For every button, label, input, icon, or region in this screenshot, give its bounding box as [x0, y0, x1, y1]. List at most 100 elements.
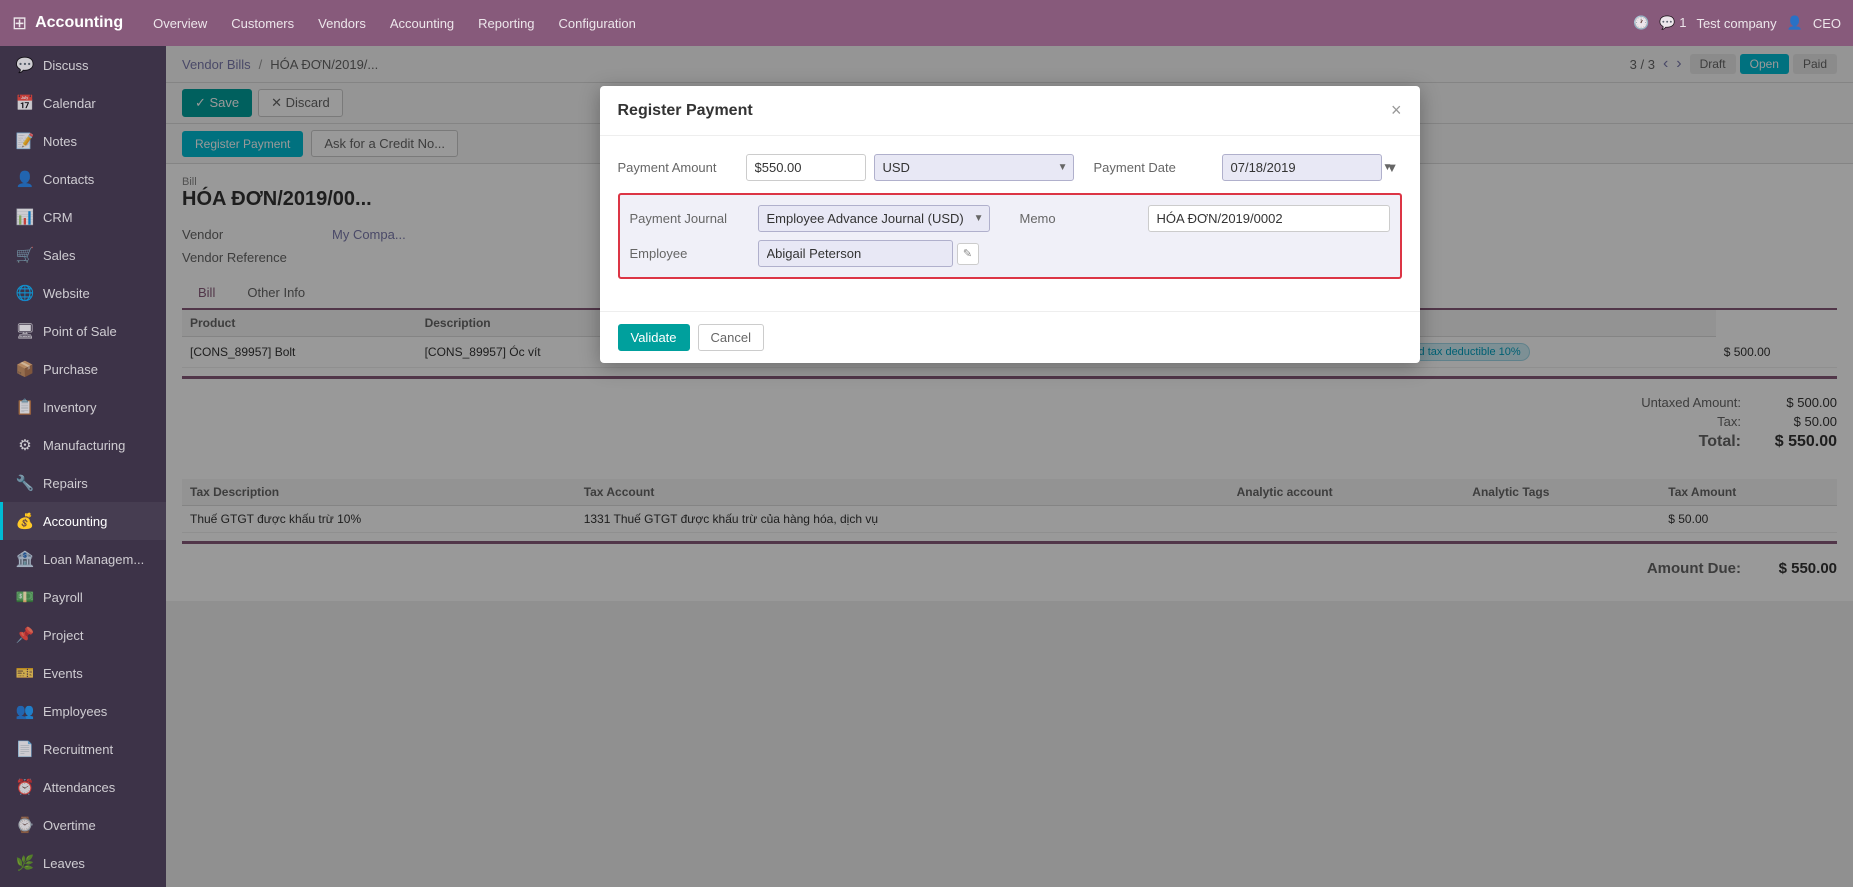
sidebar-label-events: Events [43, 666, 83, 681]
sidebar-label-leaves: Leaves [43, 856, 85, 871]
sidebar-item-events[interactable]: 🎫 Events [0, 654, 166, 692]
sidebar-item-project[interactable]: 📌 Project [0, 616, 166, 654]
sidebar-item-attendances[interactable]: ⏰ Attendances [0, 768, 166, 806]
attendances-icon: ⏰ [15, 778, 35, 796]
user-avatar[interactable]: 👤 [1787, 15, 1803, 31]
sidebar-label-attendances: Attendances [43, 780, 115, 795]
sidebar-item-purchase[interactable]: 📦 Purchase [0, 350, 166, 388]
manufacturing-icon: ⚙ [15, 436, 35, 454]
currency-select[interactable]: USD EUR [874, 154, 1074, 181]
sidebar-label-inventory: Inventory [43, 400, 96, 415]
nav-configuration[interactable]: Configuration [549, 10, 646, 37]
sidebar-label-notes: Notes [43, 134, 77, 149]
user-name: CEO [1813, 16, 1841, 31]
sidebar-item-accounting[interactable]: 💰 Accounting [0, 502, 166, 540]
sidebar-item-notes[interactable]: 📝 Notes [0, 122, 166, 160]
sidebar-item-leaves[interactable]: 🌿 Leaves [0, 844, 166, 882]
payment-date-input[interactable] [1222, 154, 1382, 181]
sidebar-item-employees[interactable]: 👥 Employees [0, 692, 166, 730]
modal-body: Payment Amount USD EUR Payment Date [600, 136, 1420, 311]
employee-group: Employee ✎ [630, 240, 1390, 267]
payment-date-group: Payment Date ▼ [1094, 154, 1402, 181]
modal-title: Register Payment [618, 102, 753, 120]
loan-icon: 🏦 [15, 550, 35, 568]
sidebar-item-website[interactable]: 🌐 Website [0, 274, 166, 312]
sidebar-label-payroll: Payroll [43, 590, 83, 605]
sidebar-label-sales: Sales [43, 248, 76, 263]
repairs-icon: 🔧 [15, 474, 35, 492]
modal-header: Register Payment × [600, 86, 1420, 136]
leaves-icon: 🌿 [15, 854, 35, 872]
content-area: Vendor Bills / HÓA ĐƠN/2019/... 3 / 3 ‹ … [166, 46, 1853, 887]
payment-journal-label: Payment Journal [630, 211, 750, 226]
events-icon: 🎫 [15, 664, 35, 682]
highlighted-journal-section: Payment Journal Employee Advance Journal… [618, 193, 1402, 279]
sidebar-item-loan[interactable]: 🏦 Loan Managem... [0, 540, 166, 578]
sidebar-item-point-of-sale[interactable]: 🖥 Point of Sale [0, 312, 166, 350]
sidebar-label-overtime: Overtime [43, 818, 96, 833]
payment-journal-select-wrapper: Employee Advance Journal (USD) [758, 205, 990, 232]
nav-vendors[interactable]: Vendors [308, 10, 376, 37]
modal-overlay: Register Payment × Payment Amount USD EU [166, 46, 1853, 887]
date-picker-icon[interactable]: ▼ [1386, 160, 1399, 175]
accounting-icon: 💰 [15, 512, 35, 530]
recruitment-icon: 📄 [15, 740, 35, 758]
sidebar-item-manufacturing[interactable]: ⚙ Manufacturing [0, 426, 166, 464]
sidebar-item-payroll[interactable]: 💵 Payroll [0, 578, 166, 616]
inventory-icon: 📋 [15, 398, 35, 416]
sidebar-item-crm[interactable]: 📊 CRM [0, 198, 166, 236]
modal-close-button[interactable]: × [1391, 100, 1402, 121]
sidebar-label-project: Project [43, 628, 83, 643]
sidebar-item-calendar[interactable]: 📅 Calendar [0, 84, 166, 122]
sidebar-item-inventory[interactable]: 📋 Inventory [0, 388, 166, 426]
memo-input[interactable] [1148, 205, 1390, 232]
nav-customers[interactable]: Customers [221, 10, 304, 37]
sidebar-label-repairs: Repairs [43, 476, 88, 491]
sidebar-item-recruitment[interactable]: 📄 Recruitment [0, 730, 166, 768]
nav-overview[interactable]: Overview [143, 10, 217, 37]
chat-icon[interactable]: 💬 1 [1659, 15, 1686, 31]
employee-edit-button[interactable]: ✎ [957, 243, 979, 265]
company-selector[interactable]: Test company [1696, 16, 1776, 31]
payment-date-wrapper: ▼ [1222, 154, 1399, 181]
grid-icon[interactable]: ⊞ [12, 13, 27, 34]
right-icons: 🕐 💬 1 Test company 👤 CEO [1633, 15, 1841, 31]
nav-reporting[interactable]: Reporting [468, 10, 544, 37]
currency-select-wrapper: USD EUR [874, 154, 1074, 181]
sidebar-item-overtime[interactable]: ⌚ Overtime [0, 806, 166, 844]
sales-icon: 🛒 [15, 246, 35, 264]
sidebar-label-accounting: Accounting [43, 514, 107, 529]
sidebar-label-recruitment: Recruitment [43, 742, 113, 757]
calendar-icon: 📅 [15, 94, 35, 112]
payment-amount-input[interactable] [746, 154, 866, 181]
nav-accounting[interactable]: Accounting [380, 10, 464, 37]
clock-icon[interactable]: 🕐 [1633, 15, 1649, 31]
payment-journal-select[interactable]: Employee Advance Journal (USD) [758, 205, 990, 232]
validate-button[interactable]: Validate [618, 324, 690, 351]
sidebar-label-manufacturing: Manufacturing [43, 438, 125, 453]
payroll-icon: 💵 [15, 588, 35, 606]
employee-input[interactable] [758, 240, 953, 267]
employee-label: Employee [630, 246, 750, 261]
sidebar-item-repairs[interactable]: 🔧 Repairs [0, 464, 166, 502]
memo-label: Memo [1020, 211, 1140, 226]
sidebar-label-crm: CRM [43, 210, 73, 225]
sidebar-label-website: Website [43, 286, 90, 301]
sidebar-label-pos: Point of Sale [43, 324, 117, 339]
payment-date-label: Payment Date [1094, 160, 1214, 175]
main-layout: 💬 Discuss 📅 Calendar 📝 Notes 👤 Contacts … [0, 46, 1853, 887]
sidebar-item-contacts[interactable]: 👤 Contacts [0, 160, 166, 198]
cancel-button[interactable]: Cancel [698, 324, 764, 351]
sidebar-item-discuss[interactable]: 💬 Discuss [0, 46, 166, 84]
notes-icon: 📝 [15, 132, 35, 150]
sidebar-item-sales[interactable]: 🛒 Sales [0, 236, 166, 274]
employees-icon: 👥 [15, 702, 35, 720]
top-nav: Overview Customers Vendors Accounting Re… [143, 10, 1625, 37]
sidebar-label-employees: Employees [43, 704, 107, 719]
payment-amount-label: Payment Amount [618, 160, 738, 175]
overtime-icon: ⌚ [15, 816, 35, 834]
memo-group: Memo [1020, 205, 1390, 232]
payment-journal-group: Payment Journal Employee Advance Journal… [630, 205, 1000, 232]
employee-row: Employee ✎ [630, 240, 1390, 267]
register-payment-modal: Register Payment × Payment Amount USD EU [600, 86, 1420, 363]
